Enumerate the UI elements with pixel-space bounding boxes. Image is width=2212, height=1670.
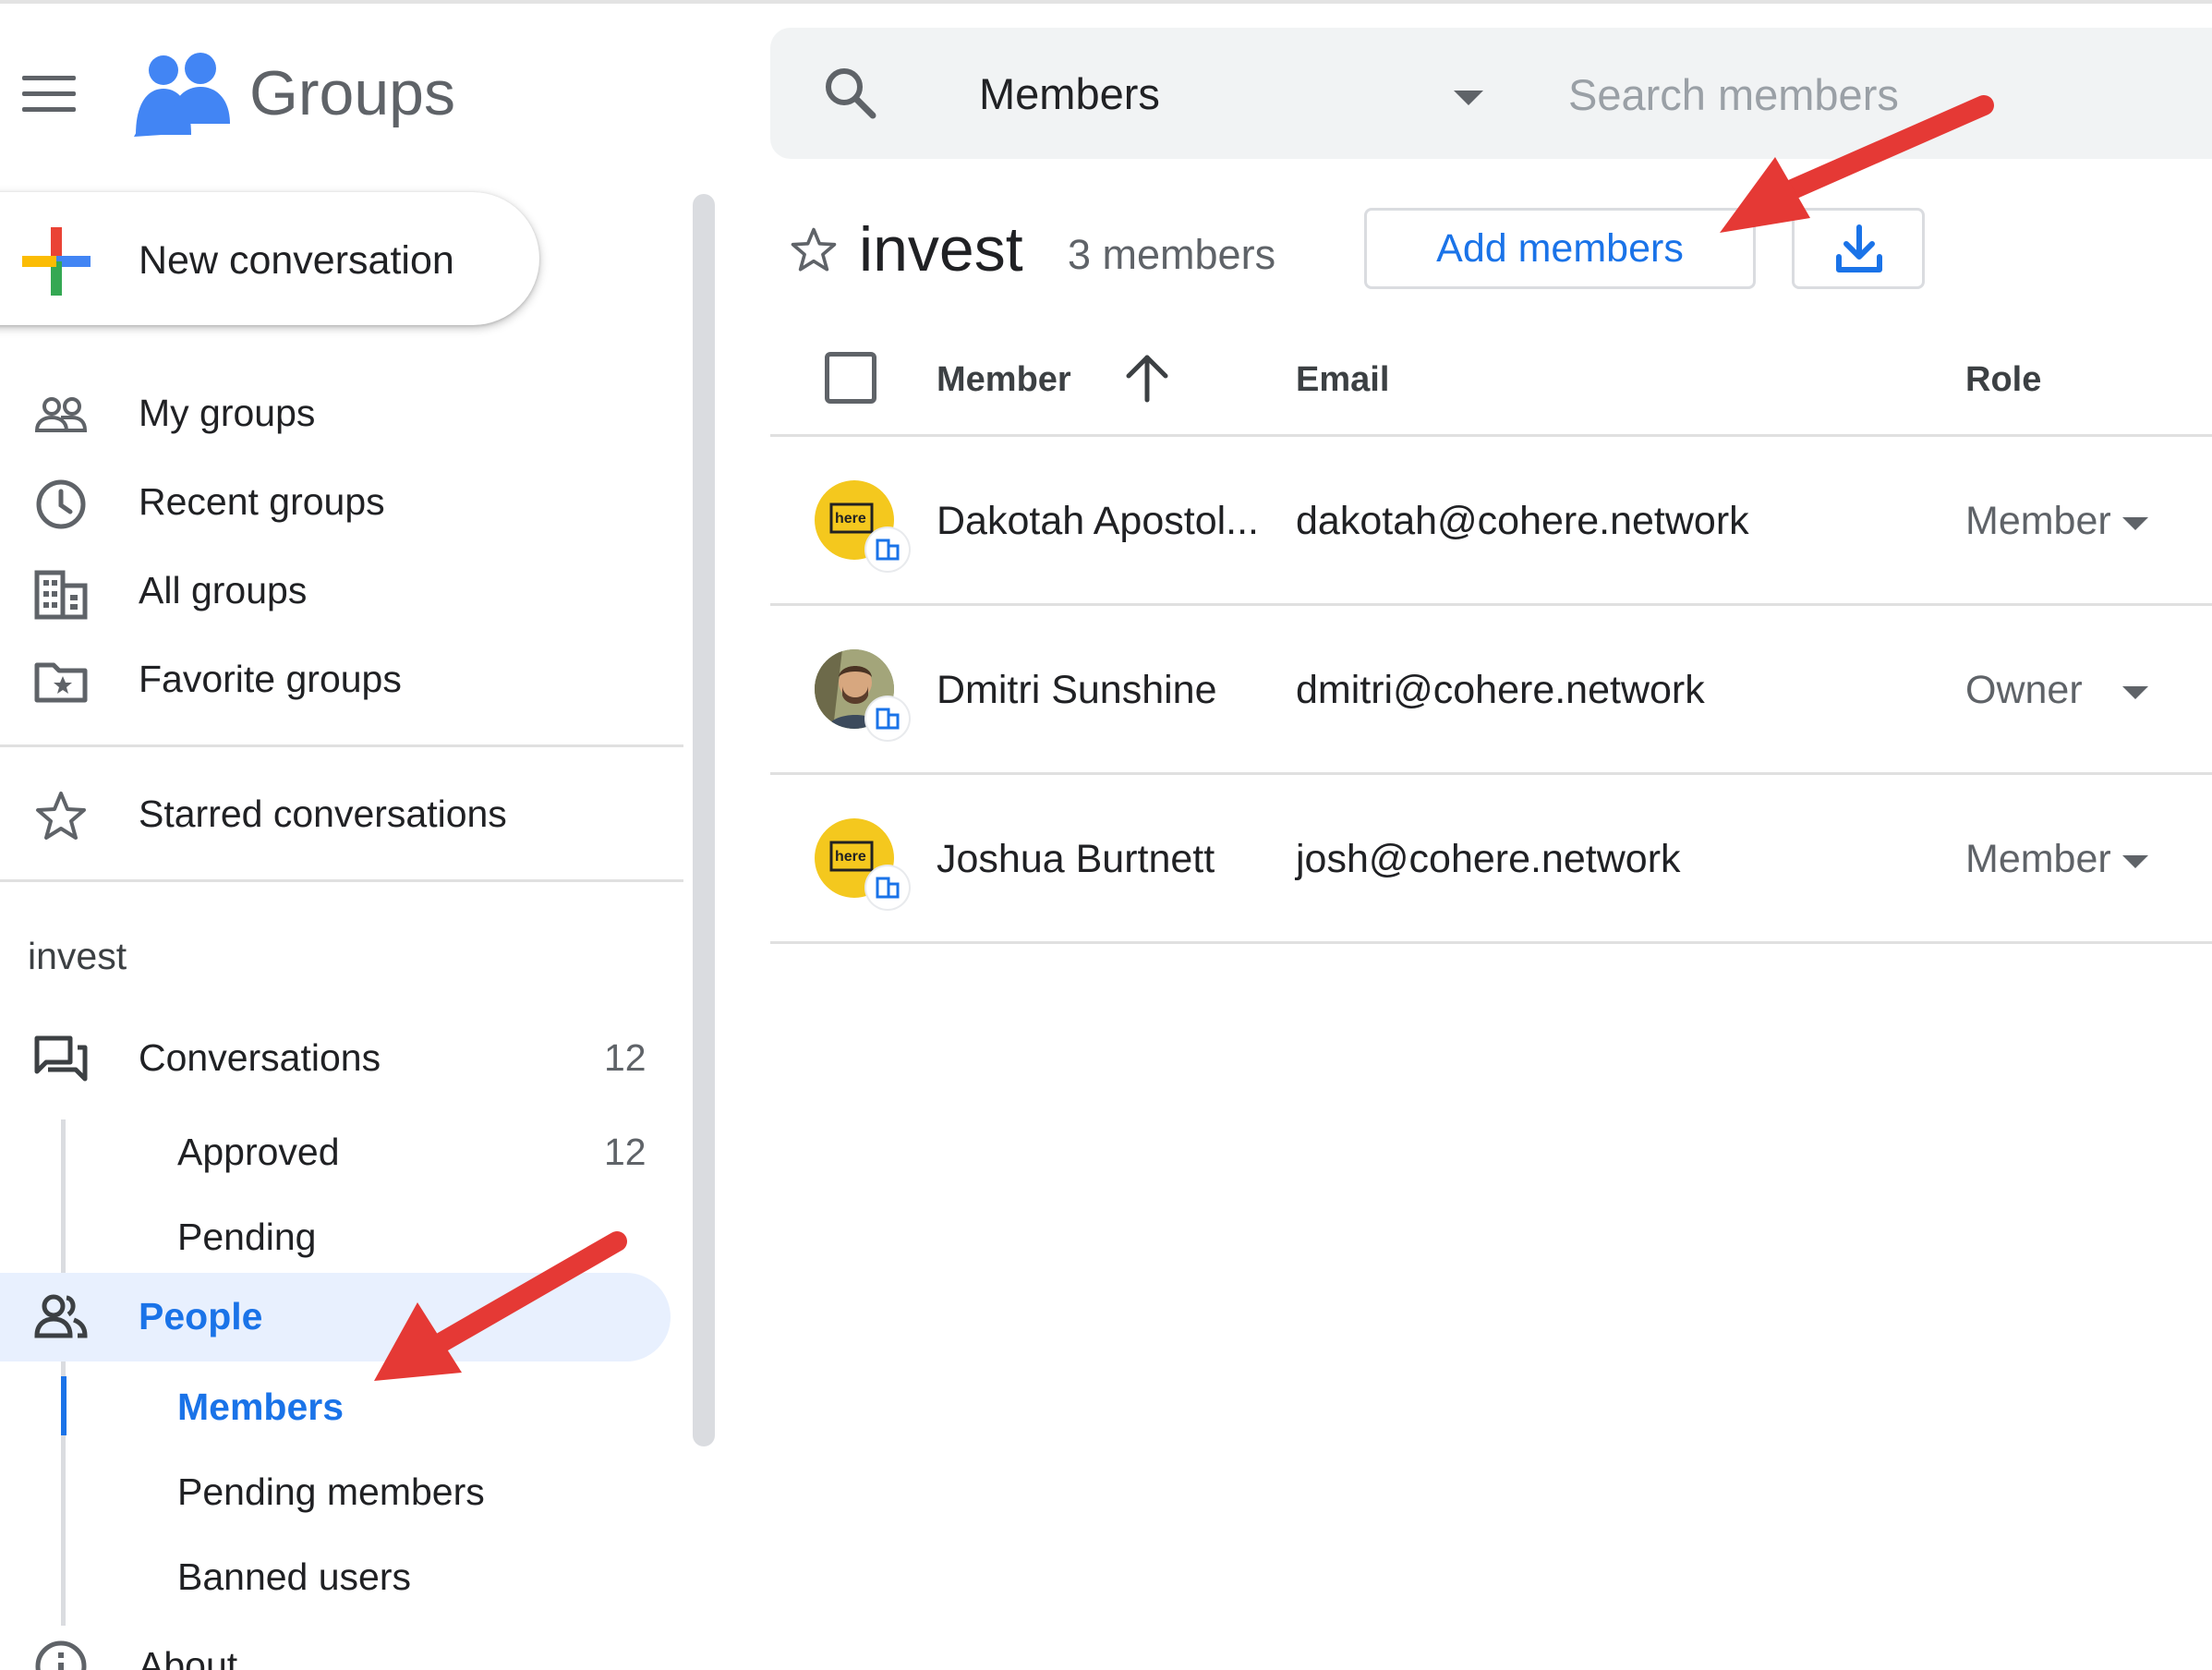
row-divider [770, 434, 2212, 437]
row-divider [770, 941, 2212, 944]
nav-label: Favorite groups [139, 658, 402, 700]
row-divider [770, 603, 2212, 606]
info-icon [35, 1640, 87, 1670]
chevron-down-icon [2122, 855, 2148, 868]
select-all-checkbox[interactable] [825, 352, 876, 404]
nav-label: People [139, 1295, 263, 1337]
active-indicator [61, 1376, 66, 1435]
nav-label: My groups [139, 392, 316, 434]
nav-item-banned-users[interactable]: Banned users [83, 1544, 683, 1609]
download-icon [1836, 224, 1882, 272]
role-value: Owner [1965, 668, 2083, 712]
role-value: Member [1965, 837, 2111, 881]
nav-item-people[interactable] [0, 1273, 671, 1361]
table-row[interactable]: here Dakotah Apostol... dakotah@cohere.n… [770, 438, 2212, 604]
member-email: josh@cohere.network [1296, 837, 1681, 881]
nav-item-pending[interactable]: Pending [83, 1206, 683, 1271]
sidebar-scrollbar[interactable] [693, 194, 715, 1446]
role-value: Member [1965, 499, 2111, 543]
nav-label: Starred conversations [139, 793, 507, 835]
nav-label: Banned users [177, 1555, 412, 1598]
people-outline-icon [34, 1294, 88, 1338]
nav-item-starred-conversations[interactable]: Starred conversations [0, 778, 683, 852]
member-name: Joshua Burtnett [937, 837, 1215, 881]
nav-label: Members [177, 1386, 344, 1428]
app-title: Groups [249, 58, 455, 128]
role-select[interactable]: Member [1965, 495, 2169, 551]
chevron-down-icon [2122, 686, 2148, 699]
member-name: Dmitri Sunshine [937, 668, 1217, 712]
table-row[interactable]: here Joshua Burtnett josh@cohere.network… [770, 776, 2212, 942]
add-members-button[interactable]: Add members [1364, 208, 1756, 289]
nav-label: Conversations [139, 1036, 381, 1079]
arrow-up-icon[interactable] [1121, 352, 1173, 404]
nav-item-about[interactable]: About [0, 1631, 683, 1670]
building-icon [866, 528, 909, 571]
star-outline-icon[interactable] [789, 225, 839, 275]
building-icon [866, 866, 909, 909]
export-members-button[interactable] [1792, 208, 1925, 289]
role-select[interactable]: Member [1965, 833, 2169, 889]
clock-icon [36, 479, 86, 529]
groups-logo-icon [134, 53, 230, 137]
search-scope-select[interactable]: Members [979, 67, 1160, 122]
nav-label: About [139, 1644, 238, 1670]
svg-text:here: here [835, 511, 866, 526]
table-row[interactable]: Dmitri Sunshine dmitri@cohere.network Ow… [770, 607, 2212, 773]
nav-label: All groups [139, 569, 308, 611]
nav-item-approved[interactable]: Approved 12 [83, 1121, 683, 1186]
column-header-role[interactable]: Role [1965, 357, 2041, 403]
member-email: dakotah@cohere.network [1296, 499, 1749, 543]
nav-item-my-groups[interactable]: My groups [0, 377, 683, 451]
role-select[interactable]: Owner [1965, 664, 2169, 720]
main-menu-icon[interactable] [22, 76, 76, 113]
nav-item-pending-members[interactable]: Pending members [83, 1459, 683, 1524]
nav-label: Recent groups [139, 480, 385, 523]
conversations-count: 12 [604, 1036, 647, 1079]
building-icon [34, 570, 88, 620]
tree-line [61, 1119, 66, 1626]
nav-item-recent-groups[interactable]: Recent groups [0, 466, 683, 539]
star-outline-icon [36, 792, 86, 840]
chevron-down-icon[interactable] [1454, 91, 1483, 105]
plus-icon [22, 227, 91, 296]
group-section-title: invest [28, 935, 127, 977]
new-conversation-label: New conversation [139, 238, 454, 283]
nav-label: Pending [177, 1216, 317, 1258]
row-divider [770, 772, 2212, 775]
forum-icon [34, 1035, 88, 1082]
chevron-down-icon [2122, 517, 2148, 530]
divider [0, 879, 683, 882]
group-title: invest [859, 214, 1023, 284]
divider [0, 744, 683, 747]
folder-star-icon [34, 662, 88, 703]
column-header-member[interactable]: Member [937, 357, 1071, 403]
people-outline-icon [34, 397, 88, 432]
member-name: Dakotah Apostol... [937, 499, 1259, 543]
column-header-email[interactable]: Email [1296, 357, 1389, 403]
nav-item-members[interactable]: Members [83, 1374, 683, 1439]
building-icon [866, 697, 909, 740]
search-input[interactable] [1568, 65, 2196, 124]
nav-label: Pending members [177, 1470, 485, 1513]
member-email: dmitri@cohere.network [1296, 668, 1705, 712]
nav-item-conversations[interactable]: Conversations 12 [0, 1022, 683, 1095]
nav-label: Approved [177, 1131, 340, 1173]
nav-item-all-groups[interactable]: All groups [0, 554, 683, 628]
search-icon[interactable] [822, 65, 877, 120]
nav-item-favorite-groups[interactable]: Favorite groups [0, 643, 683, 717]
member-count: 3 members [1068, 231, 1276, 278]
top-border [0, 0, 2212, 4]
svg-text:here: here [835, 849, 866, 865]
approved-count: 12 [604, 1131, 647, 1173]
